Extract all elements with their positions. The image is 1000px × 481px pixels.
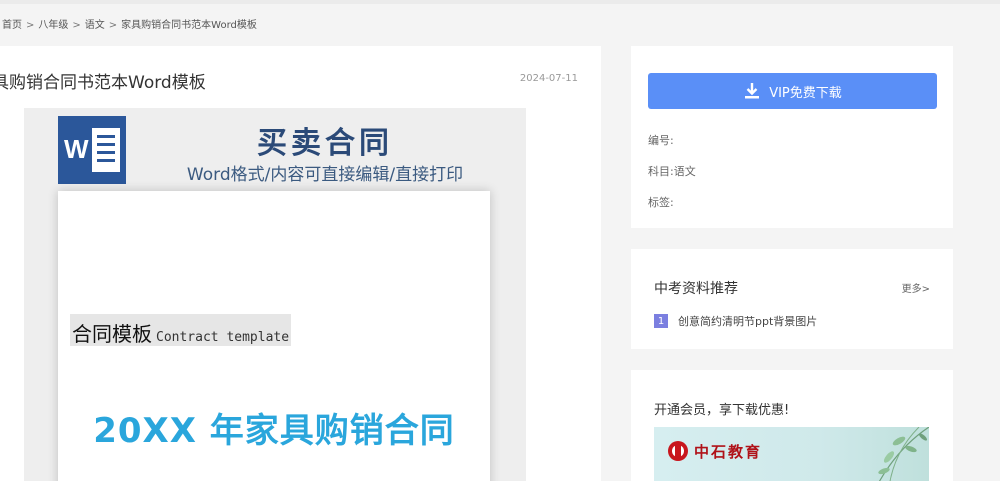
- meta-subject-value: 语文: [673, 165, 696, 178]
- template-label: 合同模板 Contract template: [70, 314, 292, 346]
- breadcrumb-current: 家具购销合同书范本Word模板: [121, 20, 257, 31]
- recommend-title: 中考资料推荐: [654, 281, 738, 297]
- meta-tags-label: 标签:: [648, 196, 674, 209]
- promo-brand: 中石教育: [694, 443, 763, 461]
- download-info-card: VIP免费下载 编号: 科目:语文 标签:: [631, 46, 953, 228]
- document-date: 2024-07-11: [519, 73, 578, 84]
- document-card: 具购销合同书范本Word模板 2024-07-11 W 买卖合同 Word格式/…: [0, 46, 601, 481]
- download-icon: [745, 83, 760, 99]
- promo-card: 开通会员，享下载优惠! 中石教育: [631, 370, 953, 481]
- document-preview[interactable]: W 买卖合同 Word格式/内容可直接编辑/直接打印 合同模板 Contract …: [24, 108, 526, 481]
- template-label-en: Contract template: [156, 330, 290, 345]
- preview-hero-subtitle: Word格式/内容可直接编辑/直接打印: [186, 165, 464, 185]
- preview-hero-title: 买卖合同: [257, 126, 393, 161]
- document-title: 具购销合同书范本Word模板: [0, 73, 206, 93]
- breadcrumb-subject[interactable]: 语文: [85, 20, 105, 31]
- breadcrumb-grade[interactable]: 八年级: [38, 20, 68, 31]
- meta-subject-label: 科目:: [648, 165, 674, 178]
- top-bar: [0, 0, 1000, 4]
- meta-code: 编号:: [648, 132, 674, 148]
- recommend-item-number: 1: [654, 314, 668, 328]
- meta-code-label: 编号:: [648, 134, 674, 147]
- vip-download-button[interactable]: VIP免费下载: [648, 73, 937, 109]
- meta-tags: 标签:: [648, 194, 674, 210]
- promo-banner[interactable]: 中石教育: [654, 427, 929, 481]
- breadcrumb: 首页 > 八年级 > 语文 > 家具购销合同书范本Word模板: [2, 16, 257, 31]
- recommend-item-label: 创意简约清明节ppt背景图片: [678, 315, 818, 328]
- template-label-zh: 合同模板: [72, 322, 152, 346]
- breadcrumb-separator: >: [72, 20, 81, 31]
- list-item[interactable]: 1 创意简约清明节ppt背景图片: [654, 313, 817, 329]
- recommend-card: 中考资料推荐 更多> 1 创意简约清明节ppt背景图片: [631, 249, 953, 349]
- recommend-more-link[interactable]: 更多>: [902, 280, 930, 295]
- breadcrumb-separator: >: [108, 20, 118, 31]
- leaves-decoration-icon: [878, 427, 929, 481]
- vip-download-label: VIP免费下载: [769, 85, 842, 101]
- preview-page: 合同模板 Contract template 20XX 年家具购销合同: [58, 191, 490, 481]
- breadcrumb-separator: >: [26, 20, 35, 31]
- promo-title: 开通会员，享下载优惠!: [654, 403, 790, 418]
- brand-logo-icon: [668, 441, 688, 461]
- contract-name: 20XX 年家具购销合同: [93, 411, 455, 451]
- meta-subject: 科目:语文: [648, 163, 696, 179]
- breadcrumb-home[interactable]: 首页: [2, 20, 22, 31]
